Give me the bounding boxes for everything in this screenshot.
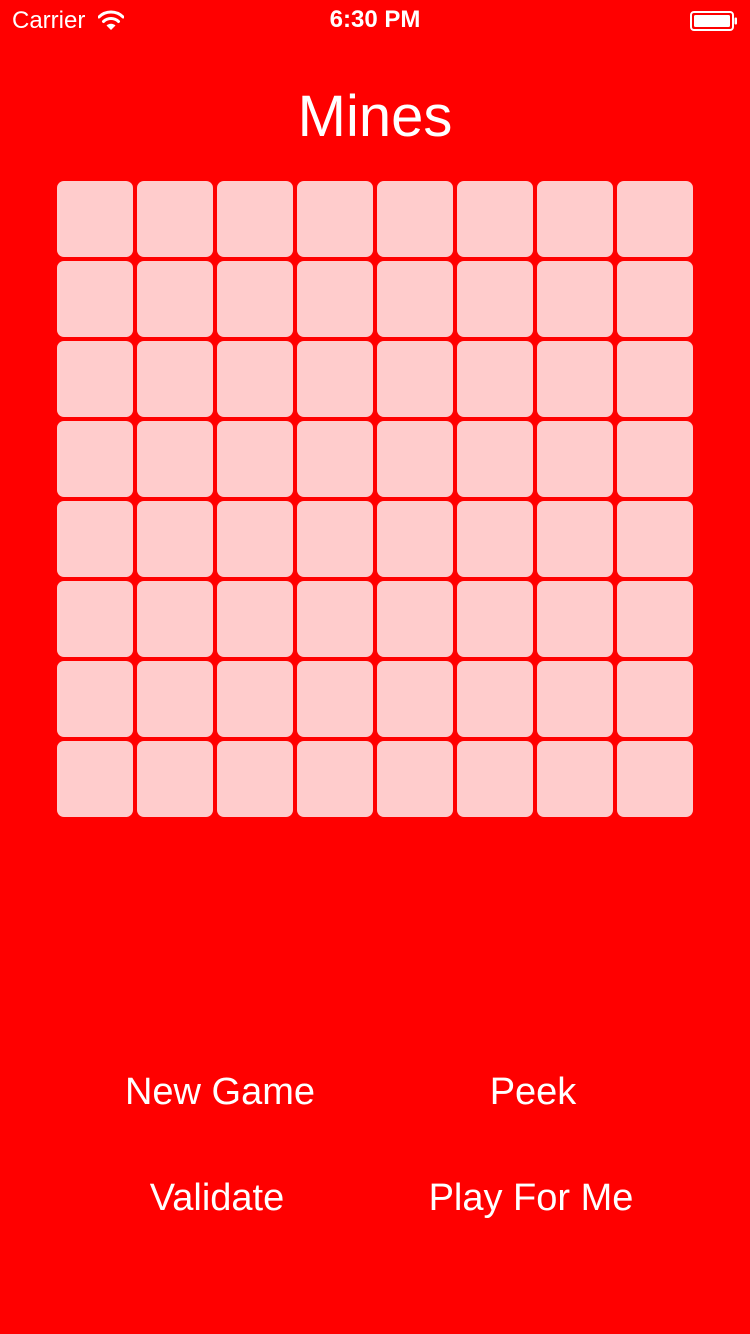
board-cell[interactable] <box>297 181 373 257</box>
board-cell[interactable] <box>457 181 533 257</box>
board-cell[interactable] <box>537 421 613 497</box>
board-cell[interactable] <box>217 501 293 577</box>
board-cell[interactable] <box>457 661 533 737</box>
board-cell[interactable] <box>377 181 453 257</box>
board-cell[interactable] <box>377 661 453 737</box>
board-cell[interactable] <box>297 341 373 417</box>
board-cell[interactable] <box>297 261 373 337</box>
board-cell[interactable] <box>57 581 133 657</box>
board-cell[interactable] <box>457 341 533 417</box>
board-cell[interactable] <box>57 741 133 817</box>
board-cell[interactable] <box>537 741 613 817</box>
board-cell[interactable] <box>457 421 533 497</box>
board-cell[interactable] <box>217 181 293 257</box>
board-cell[interactable] <box>377 741 453 817</box>
board-cell[interactable] <box>457 581 533 657</box>
board-cell[interactable] <box>57 501 133 577</box>
peek-button[interactable]: Peek <box>433 1069 633 1115</box>
board-cell[interactable] <box>537 181 613 257</box>
board-cell[interactable] <box>617 741 693 817</box>
board-cell[interactable] <box>377 341 453 417</box>
board-cell[interactable] <box>537 661 613 737</box>
board-cell[interactable] <box>377 261 453 337</box>
board-cell[interactable] <box>297 741 373 817</box>
board-cell[interactable] <box>217 661 293 737</box>
board-cell[interactable] <box>137 581 213 657</box>
board-cell[interactable] <box>137 661 213 737</box>
board-cell[interactable] <box>617 181 693 257</box>
board-cell[interactable] <box>297 581 373 657</box>
board-cell[interactable] <box>137 341 213 417</box>
board-cell[interactable] <box>617 341 693 417</box>
board-cell[interactable] <box>137 181 213 257</box>
board-cell[interactable] <box>57 661 133 737</box>
board-cell[interactable] <box>137 501 213 577</box>
board-cell[interactable] <box>217 581 293 657</box>
validate-button[interactable]: Validate <box>97 1175 337 1221</box>
board-cell[interactable] <box>537 261 613 337</box>
board-cell[interactable] <box>217 261 293 337</box>
board-cell[interactable] <box>137 741 213 817</box>
play-for-me-button[interactable]: Play For Me <box>401 1175 661 1221</box>
board-cell[interactable] <box>297 661 373 737</box>
board-cell[interactable] <box>217 741 293 817</box>
board-cell[interactable] <box>217 341 293 417</box>
status-bar: Carrier 6:30 PM <box>0 0 750 40</box>
new-game-button[interactable]: New Game <box>100 1069 340 1115</box>
board-cell[interactable] <box>377 581 453 657</box>
mine-board <box>57 181 693 817</box>
game-title: Mines <box>297 84 453 149</box>
board-cell[interactable] <box>297 421 373 497</box>
board-cell[interactable] <box>457 261 533 337</box>
board-cell[interactable] <box>617 661 693 737</box>
board-cell[interactable] <box>537 341 613 417</box>
board-cell[interactable] <box>537 581 613 657</box>
board-cell[interactable] <box>617 581 693 657</box>
board-cell[interactable] <box>57 421 133 497</box>
board-cell[interactable] <box>537 501 613 577</box>
board-cell[interactable] <box>457 741 533 817</box>
board-cell[interactable] <box>377 421 453 497</box>
board-cell[interactable] <box>137 421 213 497</box>
board-cell[interactable] <box>57 341 133 417</box>
board-cell[interactable] <box>617 261 693 337</box>
clock: 6:30 PM <box>329 6 421 33</box>
board-cell[interactable] <box>57 181 133 257</box>
board-cell[interactable] <box>297 501 373 577</box>
board-cell[interactable] <box>457 501 533 577</box>
board-cell[interactable] <box>137 261 213 337</box>
board-cell[interactable] <box>217 421 293 497</box>
battery-icon <box>690 11 737 31</box>
board-cell[interactable] <box>617 501 693 577</box>
board-cell[interactable] <box>57 261 133 337</box>
board-cell[interactable] <box>377 501 453 577</box>
board-cell[interactable] <box>617 421 693 497</box>
